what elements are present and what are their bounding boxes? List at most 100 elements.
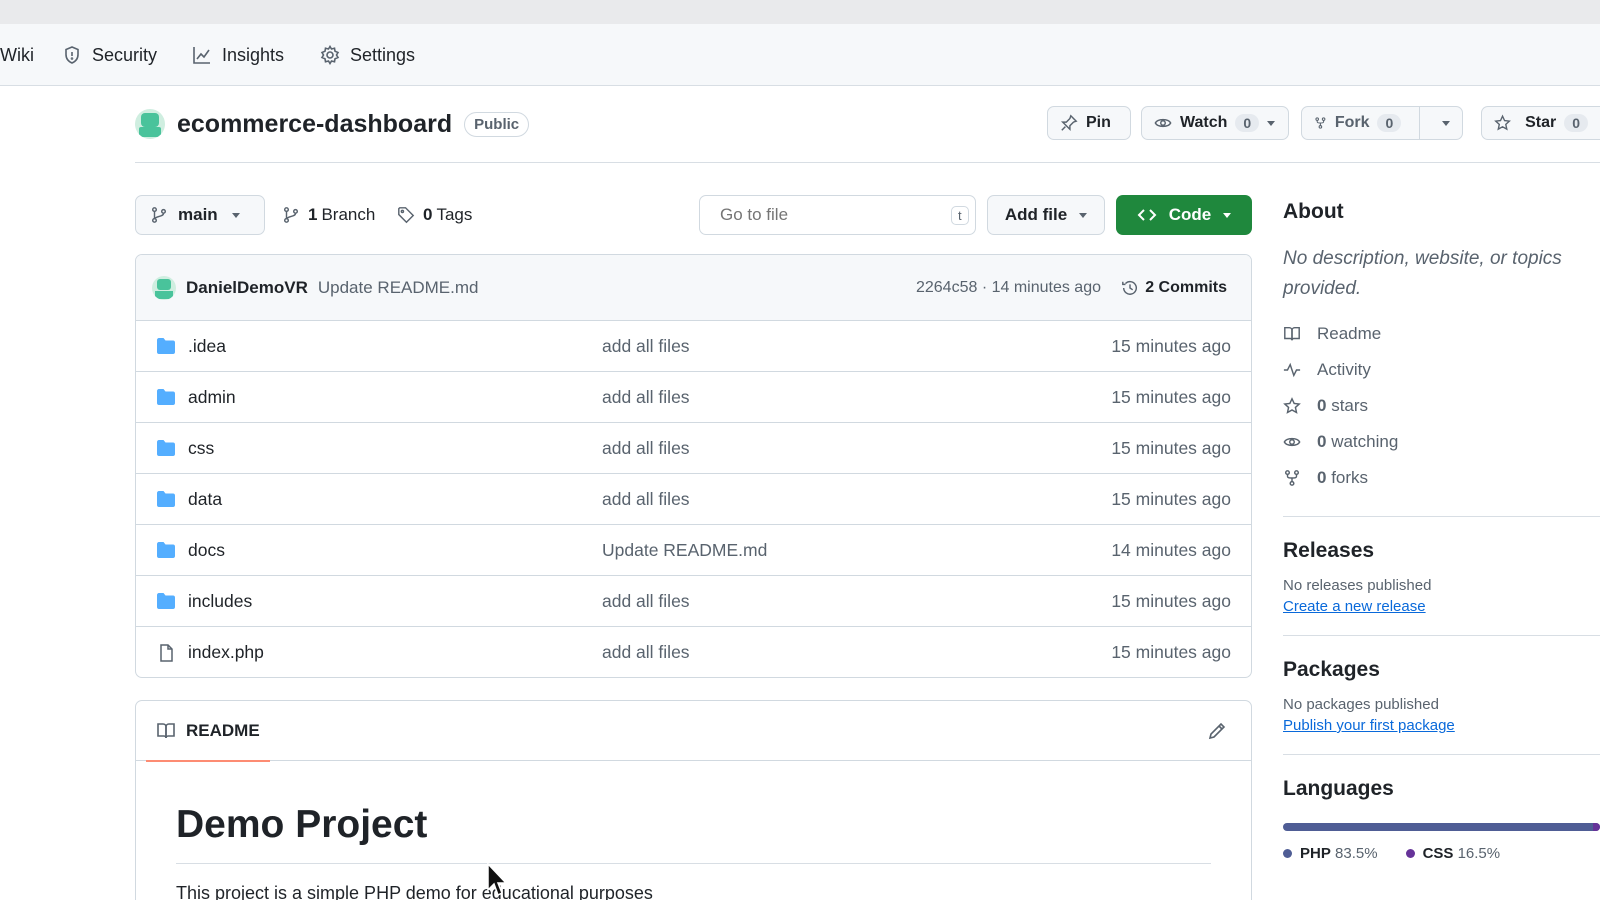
tag-icon xyxy=(398,207,415,224)
sidebar-item-activity[interactable]: Activity xyxy=(1283,352,1600,388)
readme-header: README xyxy=(136,701,1251,762)
folder-icon xyxy=(157,440,175,456)
file-commit-message[interactable]: add all files xyxy=(602,591,690,612)
file-time: 15 minutes ago xyxy=(1111,437,1231,458)
language-list: PHP 83.5% CSS 16.5% xyxy=(1283,845,1600,862)
sidebar-item-text: 0 forks xyxy=(1317,468,1368,488)
table-row[interactable]: docs Update README.md 14 minutes ago xyxy=(136,525,1251,576)
sidebar-item-readme[interactable]: Readme xyxy=(1283,316,1600,352)
readme-paragraph: This project is a simple PHP demo for ed… xyxy=(176,883,653,900)
search-input[interactable] xyxy=(720,205,941,225)
table-row[interactable]: includes add all files 15 minutes ago xyxy=(136,576,1251,627)
latest-commit-row: DanielDemoVR Update README.md 2264c58 · … xyxy=(136,255,1251,321)
tab-readme[interactable]: README xyxy=(146,701,270,762)
star-label: Star xyxy=(1525,114,1557,131)
commit-meta[interactable]: 2264c58 · 14 minutes ago xyxy=(916,279,1101,297)
language-bar xyxy=(1283,823,1600,831)
pulse-icon xyxy=(1283,362,1301,378)
file-commit-message[interactable]: add all files xyxy=(602,489,690,510)
pencil-icon[interactable] xyxy=(1207,721,1227,741)
add-file-button[interactable]: Add file xyxy=(987,195,1105,235)
divider xyxy=(1283,516,1600,517)
packages-empty-text: No packages published xyxy=(1283,696,1439,713)
file-time: 15 minutes ago xyxy=(1111,590,1231,611)
sidebar-item-watching[interactable]: 0 watching xyxy=(1283,424,1600,460)
watch-button[interactable]: Watch 0 xyxy=(1141,106,1289,140)
branch-name: main xyxy=(178,205,218,224)
about-description: No description, website, or topics provi… xyxy=(1283,248,1562,299)
fork-counter: 0 xyxy=(1377,114,1402,132)
file-commit-message[interactable]: add all files xyxy=(602,642,690,663)
publish-package-link[interactable]: Publish your first package xyxy=(1283,717,1600,734)
table-row[interactable]: data add all files 15 minutes ago xyxy=(136,474,1251,525)
browser-tab-strip xyxy=(0,0,1600,24)
shield-icon xyxy=(65,46,79,64)
chevron-down-icon[interactable] xyxy=(1442,120,1450,126)
file-name[interactable]: includes xyxy=(188,591,252,612)
file-time: 15 minutes ago xyxy=(1111,335,1231,356)
watching-count: 0 xyxy=(1317,432,1327,451)
nav-item-settings[interactable]: Settings xyxy=(320,40,415,70)
file-commit-message[interactable]: Update README.md xyxy=(602,540,767,561)
file-commit-message[interactable]: add all files xyxy=(602,336,690,357)
sidebar-item-label: watching xyxy=(1331,432,1399,451)
language-css[interactable]: CSS 16.5% xyxy=(1405,845,1501,862)
branches-link[interactable]: 1 Branch xyxy=(282,200,375,230)
avatar[interactable] xyxy=(152,275,176,300)
file-name[interactable]: docs xyxy=(188,540,225,561)
table-row[interactable]: css add all files 15 minutes ago xyxy=(136,423,1251,474)
folder-icon xyxy=(157,389,175,405)
nav-item-insights[interactable]: Insights xyxy=(192,40,284,70)
commits-link[interactable]: 2 Commits xyxy=(1121,279,1227,297)
nav-item-security[interactable]: Security xyxy=(62,40,157,70)
language-php[interactable]: PHP 83.5% xyxy=(1283,845,1378,862)
commit-message[interactable]: Update README.md xyxy=(318,278,479,298)
chevron-down-icon[interactable] xyxy=(1267,120,1276,126)
file-commit-message[interactable]: add all files xyxy=(602,438,690,459)
file-name[interactable]: index.php xyxy=(188,642,264,663)
file-name[interactable]: .idea xyxy=(188,336,226,357)
branches-count: 1 xyxy=(308,205,318,224)
history-icon xyxy=(1122,280,1138,295)
file-name[interactable]: admin xyxy=(188,387,236,408)
sidebar-item-text: 0 watching xyxy=(1317,432,1398,452)
tags-link[interactable]: 0 Tags xyxy=(397,200,472,230)
star-icon xyxy=(1494,114,1511,131)
file-name[interactable]: css xyxy=(188,438,214,459)
chevron-down-icon xyxy=(1223,212,1232,218)
sidebar-item-stars[interactable]: 0 stars xyxy=(1283,388,1600,424)
pin-button[interactable]: Pin xyxy=(1047,106,1131,140)
nav-item-wiki[interactable]: Wiki xyxy=(0,40,34,70)
branch-icon xyxy=(151,207,167,223)
go-to-file-search[interactable]: t xyxy=(699,195,976,235)
branch-selector[interactable]: main xyxy=(135,195,265,235)
commits-count-label: 2 Commits xyxy=(1145,278,1227,296)
sidebar-item-forks[interactable]: 0 forks xyxy=(1283,460,1600,496)
table-row[interactable]: .idea add all files 15 minutes ago xyxy=(136,321,1251,372)
language-bar-css-segment xyxy=(1593,823,1600,831)
create-release-link[interactable]: Create a new release xyxy=(1283,598,1600,615)
sidebar-item-label: Readme xyxy=(1317,324,1382,343)
fork-button[interactable]: Fork 0 xyxy=(1301,106,1463,140)
repo-name[interactable]: ecommerce-dashboard xyxy=(177,110,452,139)
commit-author[interactable]: DanielDemoVR xyxy=(186,278,308,298)
file-time: 15 minutes ago xyxy=(1111,642,1231,662)
table-row[interactable]: admin add all files 15 minutes ago xyxy=(136,372,1251,423)
language-percent: 16.5% xyxy=(1457,845,1501,862)
stars-count: 0 xyxy=(1317,396,1327,415)
code-label: Code xyxy=(1168,205,1212,224)
packages-heading[interactable]: Packages xyxy=(1283,658,1600,682)
sidebar-item-text: 0 stars xyxy=(1317,396,1368,416)
file-commit-message[interactable]: add all files xyxy=(602,387,690,408)
releases-heading[interactable]: Releases xyxy=(1283,539,1600,563)
star-button[interactable]: Star 0 xyxy=(1481,106,1600,140)
book-icon xyxy=(157,722,175,738)
file-name[interactable]: data xyxy=(188,489,222,510)
sidebar-item-label: Activity xyxy=(1317,360,1371,379)
file-time: 15 minutes ago xyxy=(1111,488,1231,509)
code-button[interactable]: Code xyxy=(1116,195,1252,235)
owner-avatar[interactable] xyxy=(135,109,165,139)
fork-icon xyxy=(1284,470,1300,486)
table-row[interactable]: index.php add all files 15 minutes ago xyxy=(136,627,1251,677)
language-percent: 83.5% xyxy=(1335,845,1378,862)
